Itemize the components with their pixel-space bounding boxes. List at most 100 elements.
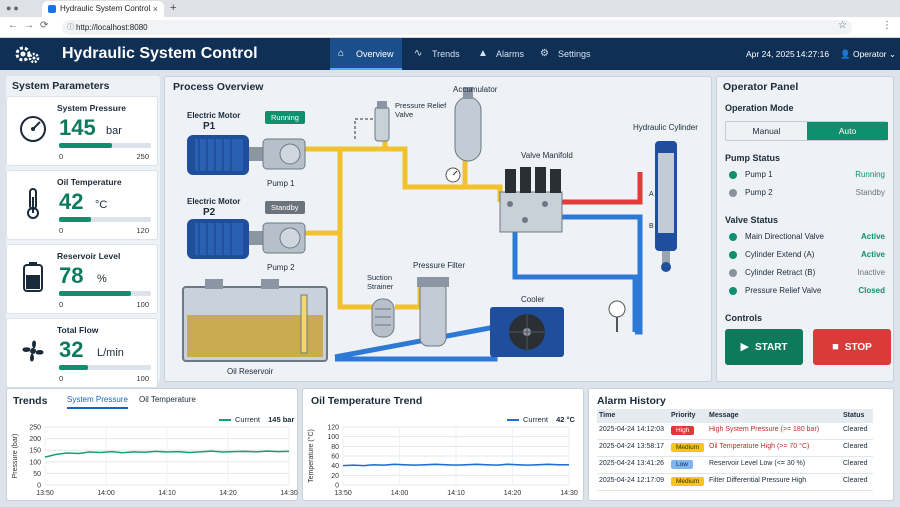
nav-settings-label: Settings <box>558 49 591 59</box>
col-priority: Priority <box>671 412 696 419</box>
header-date: Apr 24, 2025 <box>746 49 795 59</box>
cooler-label: Cooler <box>521 295 545 304</box>
alarm-row[interactable]: 2025-04-24 13:41:26 Low Reservoir Level … <box>597 457 873 474</box>
new-tab-icon[interactable]: + <box>170 0 176 16</box>
valve-status: Inactive <box>857 268 885 277</box>
x-tick-label: 14:00 <box>391 490 409 497</box>
home-icon: ⌂ <box>338 48 345 59</box>
forward-icon[interactable]: → <box>24 20 34 31</box>
fan-icon <box>22 340 44 362</box>
pump-status: Running <box>855 170 885 179</box>
cylinder-port-a: A <box>649 191 654 198</box>
url-text: http://localhost:8080 <box>76 23 148 32</box>
param-bar <box>59 143 151 148</box>
back-icon[interactable]: ← <box>8 20 18 31</box>
stop-button[interactable]: ■ STOP <box>813 329 891 365</box>
valve-status: Active <box>860 250 885 259</box>
param-card-temperature: Oil Temperature 42 °C 0 120 <box>6 170 158 240</box>
cylinder-label: Hydraulic Cylinder <box>633 123 698 132</box>
col-message: Message <box>709 412 739 419</box>
alarm-row[interactable]: 2025-04-24 13:58:17 Medium Oil Temperatu… <box>597 440 873 457</box>
nav-alarms[interactable]: ▲ Alarms <box>474 38 534 70</box>
status-dot-icon <box>729 233 737 241</box>
x-tick-label: 14:10 <box>158 490 176 497</box>
close-tab-icon[interactable]: × <box>153 1 158 17</box>
reservoir-label: Oil Reservoir <box>227 367 274 376</box>
play-icon: ▶ <box>740 341 749 353</box>
app-header: Hydraulic System Control ⌂ Overview ∿ Tr… <box>0 38 900 70</box>
nav-overview-label: Overview <box>356 49 394 59</box>
param-bar-fill <box>59 143 113 148</box>
pump-name: Pump 1 <box>745 170 773 179</box>
suction-strainer-label: Suction Strainer <box>367 273 394 291</box>
browser-tab[interactable]: Hydraulic System Control × <box>42 1 164 17</box>
url-input[interactable]: ⓘ http://localhost:8080 <box>62 20 852 35</box>
y-tick-label: 0 <box>335 483 339 490</box>
user-name: Operator <box>852 49 887 59</box>
param-max: 250 <box>136 152 149 161</box>
mode-auto-button[interactable]: Auto <box>807 122 888 140</box>
param-card-flow: Total Flow 32 L/min 0 100 <box>6 318 158 388</box>
alarm-time: 2025-04-24 13:58:17 <box>599 443 664 450</box>
stop-icon: ■ <box>832 341 839 353</box>
user-icon: 👤 <box>840 49 851 59</box>
col-time: Time <box>599 412 616 419</box>
cylinder-port-b: B <box>649 223 654 230</box>
param-bar-fill <box>59 217 92 222</box>
alarm-history-panel: Alarm History Time Priority Message Stat… <box>588 388 894 501</box>
nav-overview[interactable]: ⌂ Overview <box>330 38 402 70</box>
x-tick-label: 14:30 <box>560 490 578 497</box>
nav-alarms-label: Alarms <box>496 49 525 59</box>
alarm-status: Cleared <box>843 460 868 467</box>
param-label: Oil Temperature <box>57 177 122 187</box>
alarm-message: Oil Temperature High (>= 70 °C) <box>709 443 810 450</box>
priority-badge: High <box>671 426 695 435</box>
mode-manual-button[interactable]: Manual <box>726 122 807 140</box>
pump-name: Pump 2 <box>745 188 773 197</box>
motor2-id: P2 <box>203 207 216 218</box>
param-label: Reservoir Level <box>57 251 121 261</box>
temperature-trend-chart: 0 20 40 60 80 100 120 13:50 14:00 14:10 14:20 14:30… <box>307 425 578 498</box>
param-bar <box>59 365 151 370</box>
bookmark-star-icon[interactable]: ☆ <box>838 20 847 31</box>
start-button[interactable]: ▶ START <box>725 329 803 365</box>
pressure-trend-chart: 0 50 100 150 200 250 13:50 14:00 14:10 14:20 14:30… <box>12 425 298 498</box>
process-overview-panel: Process Overview Electric Motor P1 Runni… <box>164 76 712 382</box>
param-card-reservoir: Reservoir Level 78 % 0 100 <box>6 244 158 314</box>
param-value: 42 <box>59 189 84 214</box>
param-bar <box>59 217 151 222</box>
x-tick-label: 14:00 <box>97 490 115 497</box>
status-dot-icon <box>729 251 737 259</box>
valve-status-title: Valve Status <box>725 215 779 225</box>
header-time: 14:27:16 <box>796 49 830 59</box>
window-controls[interactable]: ●● <box>6 3 21 13</box>
alarm-message: Reservoir Level Low (<= 30 %) <box>709 460 806 467</box>
alarm-status: Cleared <box>843 426 868 433</box>
accumulator-label: Accumulator <box>453 85 498 94</box>
valve-status-row: Pressure Relief Valve Closed <box>725 283 887 299</box>
operator-panel: Operator Panel Operation Mode Manual Aut… <box>716 76 894 382</box>
address-bar: ← → ⟳ ⓘ http://localhost:8080 ☆ ⋮ <box>0 17 900 38</box>
tank-icon <box>23 262 43 292</box>
status-dot-icon <box>729 269 737 277</box>
alarm-row[interactable]: 2025-04-24 14:12:03 High High System Pre… <box>597 423 873 440</box>
pump-status: Standby <box>855 188 885 197</box>
param-max: 120 <box>136 226 149 235</box>
nav-settings[interactable]: ⚙ Settings <box>536 38 602 70</box>
param-max: 100 <box>136 374 149 383</box>
browser-menu-icon[interactable]: ⋮ <box>882 20 892 31</box>
alarm-table-header: Time Priority Message Status <box>597 409 873 423</box>
thermometer-icon <box>27 188 39 219</box>
user-menu[interactable]: 👤 Operator ⌄ <box>840 49 896 60</box>
operation-mode-title: Operation Mode <box>725 103 794 113</box>
x-tick-label: 14:20 <box>504 490 522 497</box>
reload-icon[interactable]: ⟳ <box>40 20 48 31</box>
controls-title: Controls <box>725 313 762 323</box>
y-tick-label: 250 <box>29 425 41 432</box>
gauge-icon <box>20 116 46 142</box>
alarm-row[interactable]: 2025-04-24 12:17:09 Medium Filter Differ… <box>597 474 873 491</box>
param-bar-fill <box>59 291 131 296</box>
operator-panel-title: Operator Panel <box>723 81 799 93</box>
app-title: Hydraulic System Control <box>62 45 258 62</box>
nav-trends[interactable]: ∿ Trends <box>410 38 470 70</box>
